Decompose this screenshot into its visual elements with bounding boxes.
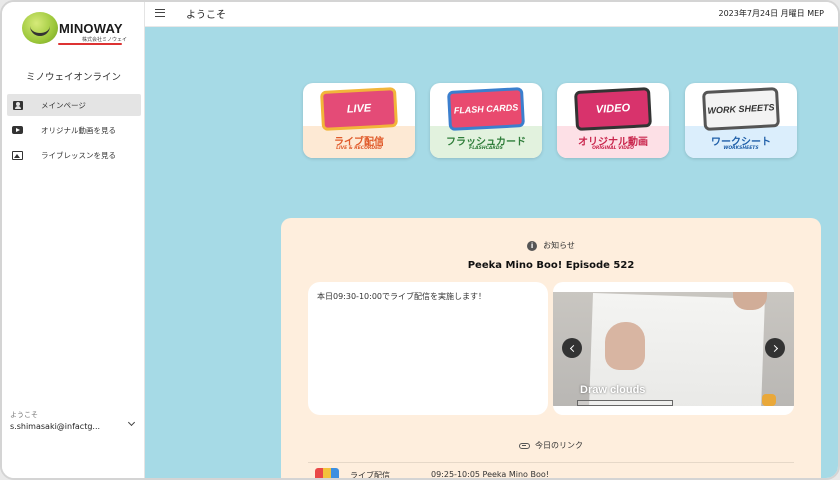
tile-sublabel: LIVE & RECORDED — [336, 146, 382, 151]
slide-subtitle-bar — [577, 400, 673, 406]
notice-header: i お知らせ — [281, 240, 821, 251]
today-links-header: 今日のリンク — [281, 440, 821, 451]
sidebar-nav: メインページ オリジナル動画を見る ライブレッスンを見る — [7, 94, 141, 169]
slide-caption: Draw clouds — [580, 384, 646, 396]
carousel-next-button[interactable] — [765, 338, 785, 358]
tile-worksheets[interactable]: WORK SHEETS ワークシート WORKSHEETS — [685, 83, 797, 158]
sidebar-item-original-videos[interactable]: オリジナル動画を見る — [7, 119, 141, 141]
sidebar: MINOWAY 株式会社ミノウェイ ミノウェイオンライン メインページ オリジナ… — [2, 2, 145, 478]
notice-heading: お知らせ — [543, 241, 575, 250]
chevron-left-icon — [569, 344, 577, 352]
flashcards-icon: FLASH CARDS — [447, 87, 525, 131]
tile-sublabel: ORIGINAL VIDEO — [592, 146, 634, 151]
user-email: s.shimasaki@infactg... — [10, 422, 101, 431]
list-item[interactable]: ライブ配信 09:25-10:05 Peeka Mino Boo! — [315, 468, 785, 480]
chevron-down-icon[interactable] — [127, 418, 136, 427]
youtube-play-icon — [12, 126, 23, 135]
logo-emblem — [22, 12, 58, 44]
app-window: MINOWAY 株式会社ミノウェイ ミノウェイオンライン メインページ オリジナ… — [0, 0, 840, 480]
sidebar-item-label: オリジナル動画を見る — [41, 125, 116, 135]
image-carousel[interactable]: Draw clouds — [553, 282, 794, 415]
tile-sublabel: FLASHCARDS — [469, 146, 503, 151]
link-name: ライブ配信 — [350, 471, 390, 480]
sidebar-item-live-lessons[interactable]: ライブレッスンを見る — [7, 144, 141, 166]
logo-underline — [58, 43, 122, 45]
logo-company-name: 株式会社ミノウェイ — [82, 37, 128, 43]
current-date: 2023年7月24日 月曜日 MEP — [718, 9, 825, 18]
main-content: LIVE ライブ配信 LIVE & RECORDED FLASH CARDS フ… — [145, 27, 838, 480]
live-thumbnail-icon — [315, 468, 339, 478]
tile-live-streaming[interactable]: LIVE ライブ配信 LIVE & RECORDED — [303, 83, 415, 158]
account-box-icon — [12, 100, 23, 110]
logo-wordmark: MINOWAY — [59, 21, 123, 36]
app-name: ミノウェイオンライン — [25, 72, 121, 83]
live-tv-icon: LIVE — [320, 87, 398, 131]
carousel-slide-image: Draw clouds — [553, 292, 794, 406]
carousel-prev-button[interactable] — [562, 338, 582, 358]
episode-title: Peeka Mino Boo! Episode 522 — [467, 260, 635, 271]
sidebar-item-label: メインページ — [41, 100, 86, 110]
minoway-logo[interactable]: MINOWAY 株式会社ミノウェイ — [22, 12, 132, 46]
worksheets-icon: WORK SHEETS — [702, 87, 780, 131]
info-icon: i — [527, 240, 538, 251]
top-bar: ようこそ 2023年7月24日 月曜日 MEP — [145, 2, 838, 27]
tile-flashcards[interactable]: FLASH CARDS フラッシュカード FLASHCARDS — [430, 83, 542, 158]
photo-library-icon — [12, 150, 23, 160]
sidebar-item-main-page[interactable]: メインページ — [7, 94, 141, 116]
announcement-message: 本日09:30-10:00でライブ配信を実施します！ — [308, 282, 548, 415]
tile-original-video[interactable]: VIDEO オリジナル動画 ORIGINAL VIDEO — [557, 83, 669, 158]
news-card: i お知らせ Peeka Mino Boo! Episode 522 本日09:… — [281, 218, 821, 480]
user-menu[interactable]: ようこそ s.shimasaki@infactg... — [10, 410, 140, 431]
video-camera-icon: VIDEO — [574, 87, 652, 131]
page-title: ようこそ — [186, 10, 226, 21]
today-links-heading: 今日のリンク — [535, 441, 583, 450]
link-icon — [519, 442, 530, 449]
link-time: 09:25-10:05 Peeka Mino Boo! — [431, 470, 549, 479]
user-greeting: ようこそ — [10, 411, 38, 419]
tile-sublabel: WORKSHEETS — [723, 146, 759, 151]
divider — [308, 462, 794, 463]
hamburger-menu-icon[interactable] — [155, 9, 165, 17]
chevron-right-icon — [770, 344, 778, 352]
sidebar-item-label: ライブレッスンを見る — [41, 150, 116, 160]
mep-logo-icon — [762, 394, 776, 406]
